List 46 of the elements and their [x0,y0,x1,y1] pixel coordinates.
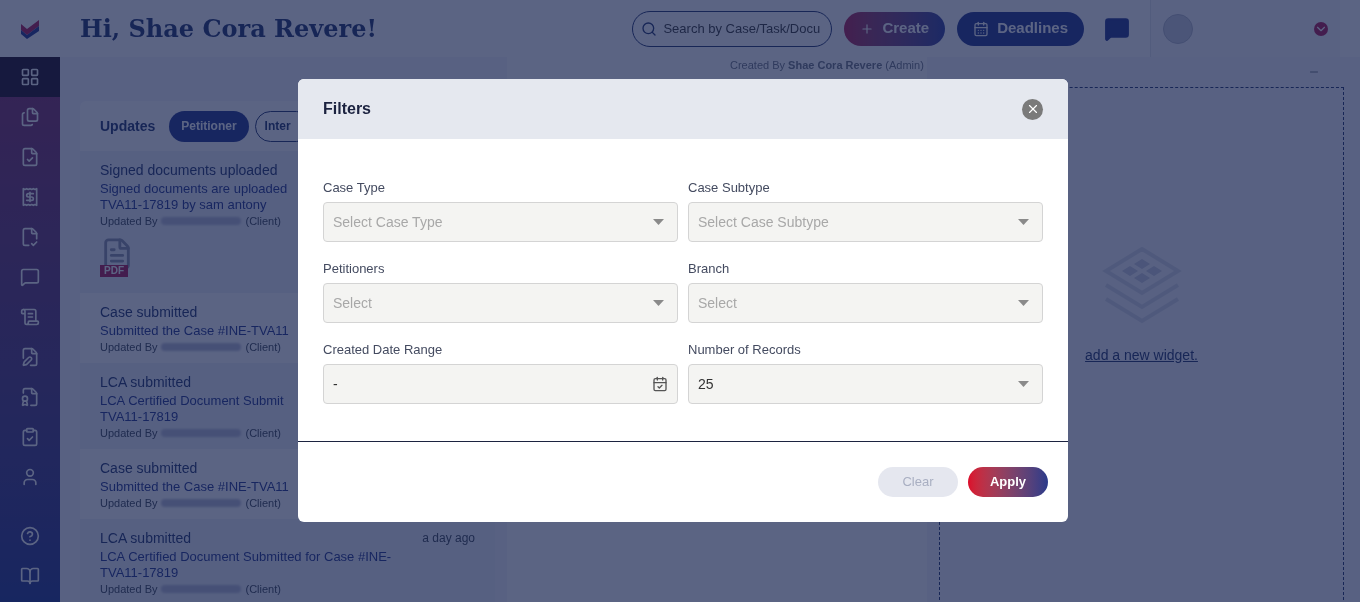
field-label: Number of Records [688,341,802,359]
update-text: LCA Certified Document Submitted for Case #INE- [100,549,392,565]
update-title: Case submitted [100,458,198,478]
apply-button[interactable]: Apply [968,467,1048,497]
placeholder-text: Select [333,293,372,313]
placeholder-text: Select Case Subtype [698,212,829,232]
field-label: Branch [688,260,731,278]
updated-by-label: Updated By [100,340,158,355]
select-field[interactable]: 25 [688,364,1043,404]
updated-by-label: Updated By [100,496,158,511]
update-text: LCA Certified Document Submit [100,393,284,409]
dropdown-caret-icon [653,300,664,306]
placeholder-text: Select [698,293,737,313]
update-title: Signed documents uploaded [100,160,278,180]
select-field[interactable]: Select [688,283,1043,323]
update-title: LCA submitted [100,372,192,392]
role-label: (Client) [245,496,281,511]
placeholder-text: Select Case Type [333,212,443,232]
update-title: Case submitted [100,302,198,322]
update-text: Submitted the Case #INE-TVA11 [100,323,289,339]
calendar-icon[interactable] [652,376,668,392]
update-title: LCA submitted [100,528,192,548]
dialog-title: Filters [323,99,371,119]
greeting-title: Hi, Shae Cora Revere! [80,12,378,45]
select-field[interactable]: Select Case Type [323,202,678,242]
select-field[interactable]: Select Case Subtype [688,202,1043,242]
dropdown-caret-icon [653,219,664,225]
dropdown-caret-icon [1018,300,1029,306]
panel-title: Updates [100,116,156,136]
field-value: - [333,374,338,394]
update-text: TVA11-17819 [100,565,179,581]
field-label: Case Type [323,179,386,197]
field-value: 25 [698,374,714,394]
date-range-field[interactable]: - [323,364,678,404]
update-text: Submitted the Case #INE-TVA11 [100,479,289,495]
update-text: TVA11-17819 by sam antony [100,197,267,213]
update-text: TVA11-17819 [100,409,179,425]
field-label: Petitioners [323,260,386,278]
update-text: Signed documents are uploaded [100,181,288,197]
dropdown-caret-icon [1018,381,1029,387]
select-field[interactable]: Select [323,283,678,323]
role-label: (Client) [245,340,281,355]
field-label: Created Date Range [323,341,444,359]
field-label: Case Subtype [688,179,771,197]
close-button[interactable] [1022,98,1043,120]
dropdown-caret-icon [1018,219,1029,225]
